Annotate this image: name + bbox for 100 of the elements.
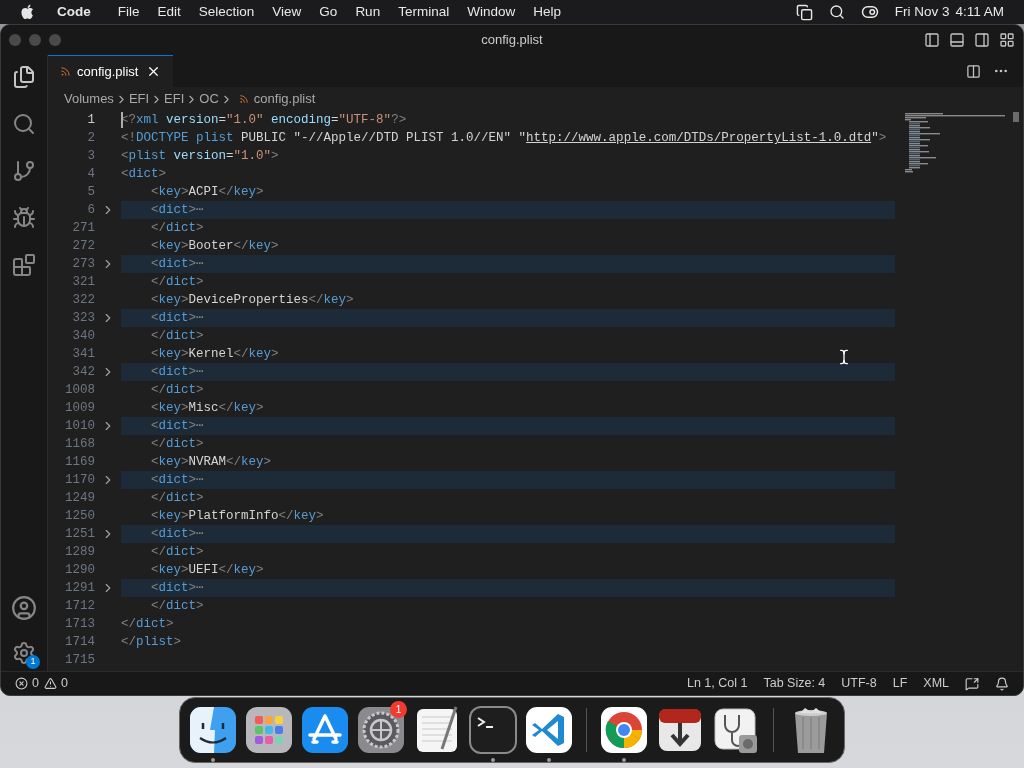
code-line: </dict> — [150, 220, 204, 237]
running-indicator — [211, 758, 215, 762]
code-line: </dict> — [150, 382, 204, 399]
window-title: config.plist — [481, 31, 543, 50]
code-line: </dict> — [150, 328, 204, 345]
line-number: 3 — [86, 148, 95, 165]
status-item[interactable]: LF — [892, 674, 908, 693]
code-line: <key>Kernel</key> — [150, 346, 279, 363]
breadcrumb-item[interactable]: EFI — [164, 89, 185, 109]
error-icon[interactable] — [15, 677, 28, 690]
running-indicator — [491, 758, 495, 762]
account-icon[interactable] — [11, 595, 37, 621]
code-line: <key>PlatformInfo</key> — [150, 508, 324, 525]
panel-toggle-icon[interactable] — [949, 32, 965, 48]
status-item[interactable]: Ln 1, Col 1 — [686, 674, 748, 693]
app-store-icon[interactable] — [300, 705, 350, 755]
layout-icon[interactable] — [999, 32, 1015, 48]
menu-item[interactable]: Go — [319, 1, 338, 23]
error-count[interactable]: 0 — [32, 674, 39, 693]
bug-icon[interactable] — [12, 206, 36, 230]
breadcrumb-item[interactable]: EFI — [128, 89, 150, 109]
line-number: 1291 — [64, 580, 95, 597]
code-line: </dict> — [150, 598, 204, 615]
menu-item[interactable]: Window — [467, 1, 516, 23]
line-number: 1250 — [64, 508, 95, 525]
line-number: 5 — [86, 184, 95, 201]
code-line: <key>NVRAM</key> — [150, 454, 272, 471]
line-number: 1008 — [64, 382, 95, 399]
blocks-icon[interactable] — [12, 253, 36, 277]
editor-tab[interactable]: config.plist — [48, 55, 174, 87]
menu-item[interactable]: File — [117, 1, 140, 23]
line-number: 273 — [71, 256, 95, 273]
menu-time[interactable]: 4:11 AM — [955, 1, 1004, 23]
menu-item[interactable]: Selection — [198, 1, 255, 23]
rss-icon — [238, 94, 249, 104]
sidebar-toggle-icon[interactable] — [924, 32, 940, 48]
code-line: </dict> — [121, 616, 174, 633]
apple-logo-icon[interactable] — [20, 4, 34, 20]
line-number: 340 — [71, 328, 95, 345]
windows-icon[interactable] — [795, 3, 813, 21]
line-number: 1009 — [64, 400, 95, 417]
line-number: 1251 — [64, 526, 95, 543]
line-number: 1289 — [64, 544, 95, 561]
scrollbar-thumb[interactable] — [1013, 112, 1019, 122]
line-number: 1715 — [64, 652, 95, 669]
breadcrumb-item[interactable]: Volumes — [64, 89, 114, 109]
line-number: 6 — [86, 202, 95, 219]
code-line: <dict> — [121, 166, 167, 183]
code-editor-icon[interactable] — [524, 705, 574, 755]
running-indicator — [622, 758, 626, 762]
status-item[interactable]: UTF-8 — [841, 674, 877, 693]
tab-label: config.plist — [77, 62, 139, 81]
split-editor-icon[interactable] — [966, 63, 981, 79]
notification-badge: 1 — [390, 701, 407, 718]
code-line: <key>Booter</key> — [150, 238, 279, 255]
branch-icon[interactable] — [12, 159, 36, 183]
app-name[interactable]: Code — [57, 1, 91, 23]
line-number: 341 — [71, 346, 95, 363]
gear-icon[interactable] — [356, 705, 406, 755]
code-line: <key>UEFI</key> — [150, 562, 264, 579]
line-number: 2 — [86, 130, 95, 147]
bell-icon[interactable] — [995, 676, 1009, 691]
face-icon[interactable] — [188, 705, 238, 755]
search-icon[interactable] — [828, 4, 845, 20]
browser-icon[interactable] — [599, 705, 649, 755]
toggles-icon[interactable] — [860, 3, 879, 21]
line-number: 1249 — [64, 490, 95, 507]
secondary-sidebar-toggle-icon[interactable] — [974, 32, 990, 48]
menu-item[interactable]: Edit — [157, 1, 181, 23]
line-number: 4 — [86, 166, 95, 183]
menu-item[interactable]: Terminal — [398, 1, 450, 23]
text-caret — [121, 112, 123, 128]
menu-item[interactable]: View — [272, 1, 302, 23]
line-number: 342 — [71, 364, 95, 381]
menu-item[interactable]: Help — [533, 1, 561, 23]
menu-item[interactable]: Run — [355, 1, 381, 23]
warning-icon[interactable] — [43, 677, 57, 690]
breadcrumb-item[interactable]: config.plist — [253, 89, 316, 109]
line-number: 1712 — [64, 598, 95, 615]
feedback-icon[interactable] — [965, 676, 979, 691]
rss-icon — [60, 66, 71, 77]
status-item[interactable]: XML — [923, 674, 949, 693]
app-grid-icon[interactable] — [244, 705, 294, 755]
code-line: </dict> — [150, 436, 204, 453]
line-number: 1010 — [64, 418, 95, 435]
settings-icon[interactable] — [12, 641, 36, 665]
line-number: 322 — [71, 292, 95, 309]
code-line: <!DOCTYPE plist PUBLIC "-//Apple//DTD PLIST 1.0//EN" "http://www.apple.com/DTDs/PropertyList-1.0.dtd"> — [121, 130, 887, 147]
line-number: 1168 — [64, 436, 95, 453]
menu-date[interactable]: Fri Nov 3 — [894, 1, 950, 23]
breadcrumb-item[interactable]: OC — [199, 89, 219, 109]
files-icon[interactable] — [12, 65, 36, 89]
line-number: 1169 — [64, 454, 95, 471]
line-number: 271 — [71, 220, 95, 237]
status-item[interactable]: Tab Size: 4 — [763, 674, 826, 693]
line-number: 1170 — [64, 472, 95, 489]
warning-count[interactable]: 0 — [60, 674, 68, 693]
terminal-icon[interactable] — [468, 705, 518, 755]
line-number: 323 — [71, 310, 95, 327]
line-number: 1 — [86, 112, 95, 129]
